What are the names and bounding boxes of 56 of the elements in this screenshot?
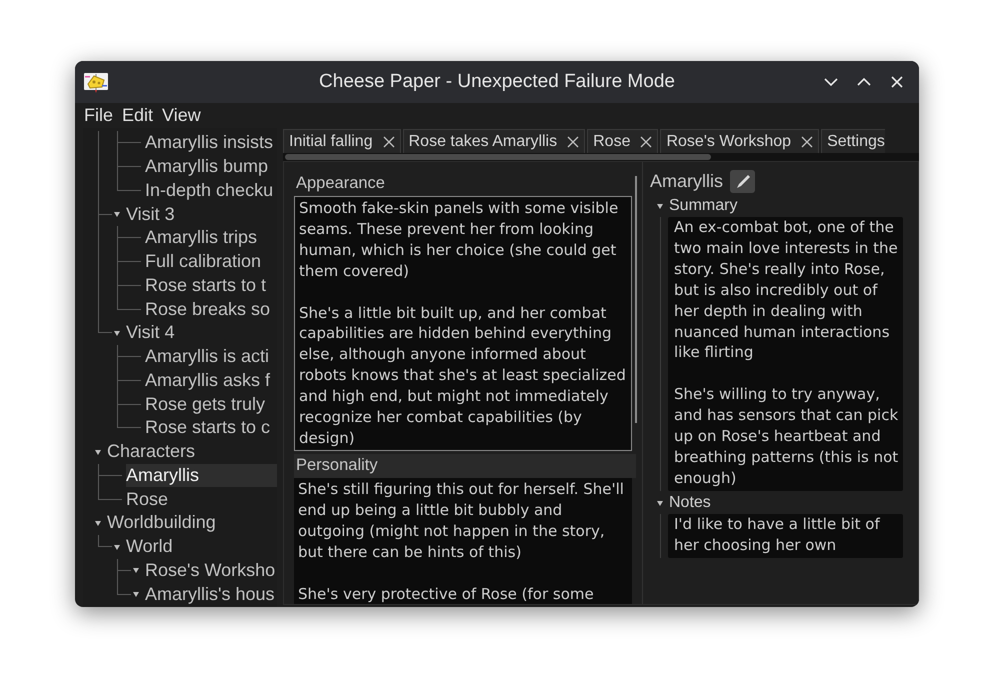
- tree-item[interactable]: Rose starts to t: [145, 274, 277, 297]
- scrollbar[interactable]: [635, 176, 637, 423]
- tree-item[interactable]: Full calibration: [145, 250, 277, 274]
- tree-item[interactable]: Amaryllis's hous: [145, 582, 277, 606]
- tree-item[interactable]: Rose: [126, 488, 277, 511]
- tab[interactable]: Rose's Workshop: [660, 129, 820, 153]
- character-name: Amaryllis: [650, 171, 724, 192]
- menu-item[interactable]: View: [162, 105, 201, 126]
- expand-triangle-icon[interactable]: [131, 589, 141, 600]
- tree-item[interactable]: Visit 3: [126, 202, 277, 226]
- tab-label: Settings: [827, 132, 885, 150]
- tree-item[interactable]: Amaryllis insists: [145, 131, 277, 154]
- tree-item[interactable]: Amaryllis is acti: [145, 345, 277, 368]
- scrollbar[interactable]: [283, 153, 919, 161]
- tree-item[interactable]: Characters: [107, 440, 277, 464]
- tree-item[interactable]: Rose gets truly: [145, 392, 277, 416]
- section-header[interactable]: Summary: [669, 197, 738, 215]
- tab-label: Rose takes Amaryllis: [408, 132, 558, 150]
- expand-triangle-icon[interactable]: [131, 565, 141, 576]
- tree-item[interactable]: Rose's Worksho: [145, 558, 277, 582]
- tab[interactable]: Rose: [587, 129, 658, 153]
- tree-item[interactable]: Visit 4: [126, 321, 277, 344]
- tree-item[interactable]: Worldbuilding: [107, 511, 277, 534]
- field-label: Appearance: [295, 173, 386, 194]
- text-area[interactable]: I'd like to have a little bit of her choosing her own: [668, 514, 903, 558]
- tree-item[interactable]: Amaryllis: [126, 464, 277, 487]
- tree-item[interactable]: Rose starts to c: [145, 416, 277, 440]
- text-area[interactable]: Smooth fake-skin panels with some visible seams. These prevent her from looking human, which is her choice (she could get them covered) She's a little bit built up, and her combat capabilities are hidden behind everything else, although anyone informed about robots knows that she's at least specialized and high end, but might not immediately recognize her combat capabilities (by design): [294, 196, 632, 451]
- menu-item[interactable]: File: [84, 105, 114, 126]
- text-area[interactable]: An ex-combat bot, one of the two main love interests in the story. She's really into Rose, but is also incredibly out of her depth in dealing with nuanced human interactions like flirting She's willing to try anyway, and has sensors that can pick up on Rose's heartbeat and breathing patterns (this is not enough): [668, 217, 903, 491]
- section-header[interactable]: Notes: [669, 494, 711, 512]
- tab[interactable]: Initial falling: [283, 129, 401, 153]
- rename-button[interactable]: [730, 170, 756, 193]
- window-title: Cheese Paper - Unexpected Failure Mode: [319, 71, 675, 92]
- tab-label: Rose's Workshop: [666, 132, 792, 150]
- close-icon[interactable]: [382, 136, 395, 148]
- text-area[interactable]: She's still figuring this out for herself. She'll end up being a little bit bubbly and outgoing (might not happen in the story, but there can be hints of this) She's very protective of Rose (for some: [294, 478, 632, 604]
- tab-label: Initial falling: [289, 132, 373, 150]
- expand-triangle-icon[interactable]: [112, 209, 122, 220]
- menu-item[interactable]: Edit: [122, 105, 154, 126]
- tree-item[interactable]: In-depth checku: [145, 178, 277, 202]
- tab[interactable]: Rose takes Amaryllis: [402, 129, 586, 153]
- close-icon[interactable]: [801, 136, 814, 148]
- close-icon[interactable]: [567, 136, 580, 148]
- tree-item[interactable]: World: [126, 535, 277, 558]
- field-label: Personality: [294, 454, 636, 478]
- tree-item[interactable]: Amaryllis bump: [145, 155, 277, 178]
- app-logo-icon: [83, 71, 109, 93]
- tree-item[interactable]: Amaryllis asks f: [145, 368, 277, 392]
- tree-item[interactable]: Rose breaks so: [145, 298, 277, 321]
- tab-label: Rose: [593, 132, 630, 150]
- tree-item[interactable]: Amaryllis trips: [145, 226, 277, 250]
- close-icon[interactable]: [640, 136, 652, 148]
- close-icon[interactable]: [889, 74, 905, 90]
- tab[interactable]: Settings: [821, 129, 885, 153]
- expand-triangle-icon[interactable]: [655, 201, 665, 211]
